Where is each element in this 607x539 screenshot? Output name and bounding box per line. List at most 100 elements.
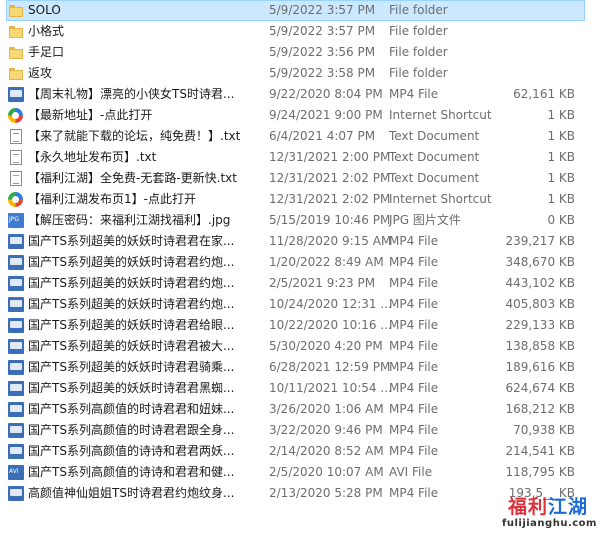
file-date: 12/31/2021 2:02 PM [269,171,391,185]
file-row[interactable]: 国产TS系列高颜值的诗诗和君君两妖... 2/14/2020 8:52 AM MP4… [0,441,607,462]
file-list: SOLO 5/9/2022 3:57 PM File folder 小格式 5/9/2… [0,0,607,504]
file-date: 2/5/2020 10:07 AM [269,465,384,479]
file-row[interactable]: 国产TS系列超美的妖妖时诗君君给眼... 10/22/2020 10:16 ...… [0,315,607,336]
file-name: 【福利江湖】全免费-无套路-更新快.txt [28,171,237,185]
file-type: MP4 File [389,339,439,353]
video-file-icon [8,255,24,270]
file-row[interactable]: 返攻 5/9/2022 3:58 PM File folder [0,63,607,84]
file-size: 624,674 KB [505,381,575,395]
file-type: MP4 File [389,381,439,395]
file-name: 国产TS系列高颜值的诗诗和君君和健... [28,465,235,479]
file-row[interactable]: 小格式 5/9/2022 3:57 PM File folder [0,21,607,42]
file-row[interactable]: 【福利江湖发布页1】-点此打开 12/31/2021 2:02 PM Interne… [0,189,607,210]
file-type: MP4 File [389,444,439,458]
file-type: MP4 File [389,87,439,101]
file-row[interactable]: SOLO 5/9/2022 3:57 PM File folder [6,0,585,21]
file-type: AVI File [389,465,433,479]
file-row[interactable]: 手足口 5/9/2022 3:56 PM File folder [0,42,607,63]
avi-file-icon [8,465,24,480]
file-name: 【来了就能下载的论坛，纯免费！】.txt [28,129,241,143]
video-file-icon [8,276,24,291]
file-size: 1 KB [547,129,575,143]
file-name: 国产TS系列高颜值的时诗君君跟全身... [28,423,235,437]
jpg-file-icon [8,213,24,228]
file-size: 70,938 KB [513,423,575,437]
file-size: 1 KB [547,192,575,206]
video-file-icon [8,234,24,249]
file-date: 5/9/2022 3:58 PM [269,66,376,80]
file-type: MP4 File [389,486,439,500]
file-type: MP4 File [389,423,439,437]
file-name: 手足口 [28,45,65,59]
file-row[interactable]: 【永久地址发布页】.txt 12/31/2021 2:00 PM Text Docu… [0,147,607,168]
file-type: MP4 File [389,318,439,332]
video-file-icon [8,297,24,312]
file-row[interactable]: 国产TS系列高颜值的时诗君君和妞妹... 3/26/2020 1:06 AM MP4… [0,399,607,420]
watermark-title-part1: 福利 [508,496,549,518]
file-row[interactable]: 国产TS系列超美的妖妖时诗君君被大... 5/30/2020 4:20 PM MP4… [0,336,607,357]
file-date: 6/4/2021 4:07 PM [269,129,376,143]
file-row[interactable]: 国产TS系列超美的妖妖时诗君君在家... 11/28/2020 9:15 AM MP… [0,231,607,252]
file-size: 1 KB [547,108,575,122]
file-name: 小格式 [28,24,65,38]
file-type: MP4 File [389,297,439,311]
file-type: File folder [389,3,448,17]
file-row[interactable]: 国产TS系列超美的妖妖时诗君君骑乘... 6/28/2021 12:59 PM MP… [0,357,607,378]
file-name: 国产TS系列超美的妖妖时诗君君被大... [28,339,235,353]
file-name: 国产TS系列超美的妖妖时诗君君约炮... [28,297,235,311]
file-date: 9/22/2020 8:04 PM [269,87,383,101]
file-size: 62,161 KB [513,87,575,101]
file-row[interactable]: 【来了就能下载的论坛，纯免费！】.txt 6/4/2021 4:07 PM Text… [0,126,607,147]
file-name: 返攻 [28,66,53,80]
file-row[interactable]: 【最新地址】-点此打开 9/24/2021 9:00 PM Internet Sho… [0,105,607,126]
file-row[interactable]: 【福利江湖】全免费-无套路-更新快.txt 12/31/2021 2:02 PM T… [0,168,607,189]
file-date: 5/9/2022 3:57 PM [269,24,376,38]
file-type: Text Document [389,171,480,185]
file-date: 5/9/2022 3:57 PM [269,3,376,17]
file-name: 国产TS系列超美的妖妖时诗君君约炮... [28,276,235,290]
file-type: MP4 File [389,255,439,269]
file-row[interactable]: 国产TS系列超美的妖妖时诗君君约炮... 10/24/2020 12:31 ...… [0,294,607,315]
video-file-icon [8,318,24,333]
site-watermark: 福利江湖 fulijianghu.com [490,488,605,536]
file-name: 【福利江湖发布页1】-点此打开 [28,192,196,206]
watermark-title-part2: 江湖 [548,496,589,518]
file-row[interactable]: 国产TS系列超美的妖妖时诗君君约炮... 1/20/2022 8:49 AM MP4… [0,252,607,273]
file-name: 【周末礼物】漂亮的小侠女TS时诗君... [28,87,235,101]
text-file-icon [10,129,22,144]
file-row[interactable]: 国产TS系列高颜值的诗诗和君君和健... 2/5/2020 10:07 AM AVI… [0,462,607,483]
file-date: 1/20/2022 8:49 AM [269,255,384,269]
file-type: MP4 File [389,360,439,374]
file-name: 国产TS系列超美的妖妖时诗君君骑乘... [28,360,235,374]
file-date: 3/26/2020 1:06 AM [269,402,384,416]
file-date: 12/31/2021 2:02 PM [269,192,391,206]
file-type: File folder [389,66,448,80]
file-type: MP4 File [389,276,439,290]
file-size: 239,217 KB [505,234,575,248]
file-row[interactable]: 【周末礼物】漂亮的小侠女TS时诗君... 9/22/2020 8:04 PM MP4… [0,84,607,105]
video-file-icon [8,381,24,396]
file-size: 1 KB [547,150,575,164]
file-name: 国产TS系列高颜值的时诗君君和妞妹... [28,402,235,416]
file-date: 3/22/2020 9:46 PM [269,423,383,437]
file-name: 国产TS系列超美的妖妖时诗君君约炮... [28,255,235,269]
file-size: 1 KB [547,171,575,185]
file-row[interactable]: 【解压密码：来福利江湖找福利】.jpg 5/15/2019 10:46 PMJPG… [0,210,607,231]
file-size: 118,795 KB [505,465,575,479]
video-file-icon [8,87,24,102]
watermark-title: 福利江湖 [508,492,588,519]
file-name: 【解压密码：来福利江湖找福利】.jpg [28,213,231,227]
internet-shortcut-icon [8,108,23,123]
file-size: 229,133 KB [505,318,575,332]
file-type: File folder [389,45,448,59]
file-row[interactable]: 国产TS系列超美的妖妖时诗君君约炮... 2/5/2021 9:23 PM MP4 … [0,273,607,294]
file-type: File folder [389,24,448,38]
video-file-icon [8,486,24,501]
file-size: 348,670 KB [505,255,575,269]
file-date: 10/11/2021 10:54 ... [269,381,392,395]
video-file-icon [8,423,24,438]
file-row[interactable]: 国产TS系列高颜值的时诗君君跟全身... 3/22/2020 9:46 PM MP4… [0,420,607,441]
file-name: 【最新地址】-点此打开 [28,108,153,122]
video-file-icon [8,360,24,375]
file-row[interactable]: 国产TS系列超美的妖妖时诗君君黑蜘... 10/11/2021 10:54 ...… [0,378,607,399]
